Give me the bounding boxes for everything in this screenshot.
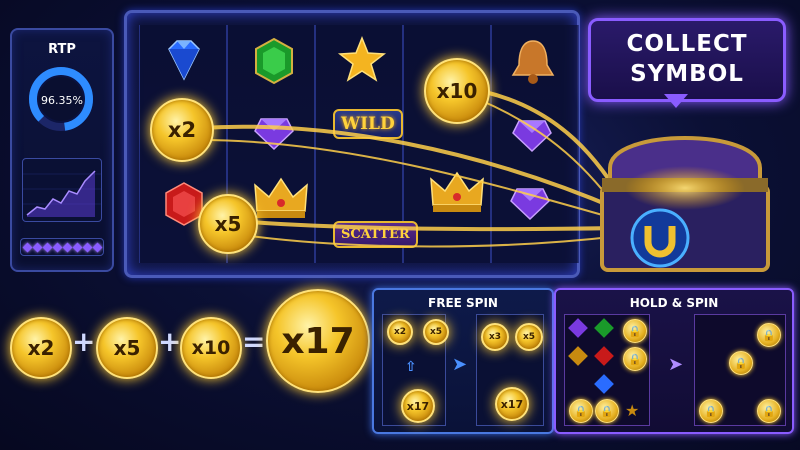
lock-coin-icon: 🔒 [699, 399, 723, 423]
free-spin-grid-after: x3 x5 x17 [476, 314, 544, 426]
lock-coin-icon: 🔒 [757, 399, 781, 423]
multiplier-formula: x2 + x5 + x10 = x17 [10, 289, 370, 393]
formula-result-coin: x17 [266, 289, 370, 393]
hold-spin-grid-after: 🔒 🔒 🔒 🔒 [694, 314, 786, 426]
hold-spin-title: HOLD & SPIN [629, 296, 719, 310]
formula-coin-c: x10 [180, 317, 242, 379]
collect-title-line2: SYMBOL [630, 61, 744, 87]
blue-diamond-icon [594, 374, 614, 394]
multiplier-coin: x10 [424, 58, 490, 124]
mini-coin: x17 [401, 389, 435, 423]
multiplier-coin: x5 [198, 194, 258, 254]
hold-spin-grid-before: 🔒 🔒 🔒 🔒 ★ [564, 314, 650, 426]
mini-coin: x17 [495, 387, 529, 421]
mini-coin: x5 [515, 323, 543, 351]
plus-sign: + [158, 325, 182, 358]
free-spin-panel: FREE SPIN x2 x5 ⇧ x17 ➤ x3 x5 x17 [372, 288, 554, 434]
formula-coin-a: x2 [10, 317, 72, 379]
equals-sign: = [242, 325, 266, 358]
gold-star-icon: ★ [625, 401, 640, 420]
up-arrow-icon: ⇧ [405, 359, 417, 375]
free-spin-title: FREE SPIN [428, 296, 498, 310]
green-emerald-icon [594, 318, 614, 338]
lock-coin-icon: 🔒 [623, 319, 647, 343]
formula-coin-b: x5 [96, 317, 158, 379]
free-spin-grid-before: x2 x5 ⇧ x17 [382, 314, 449, 426]
multiplier-coin: x2 [150, 98, 214, 162]
collect-title-line1: COLLECT [626, 31, 748, 57]
treasure-chest-icon [600, 136, 770, 272]
mini-coin: x3 [481, 323, 509, 351]
collect-symbol-banner: COLLECT SYMBOL [588, 18, 786, 102]
lock-coin-icon: 🔒 [595, 399, 619, 423]
arrow-right-icon: ➤ [668, 354, 684, 375]
purple-gem-icon [568, 318, 588, 338]
lock-coin-icon: 🔒 [729, 351, 753, 375]
hold-and-spin-panel: HOLD & SPIN 🔒 🔒 🔒 🔒 ★ ➤ 🔒 🔒 🔒 🔒 [554, 288, 794, 434]
arrow-right-icon: ➤ [452, 354, 468, 375]
gold-gem-icon [568, 346, 588, 366]
lock-coin-icon: 🔒 [569, 399, 593, 423]
red-gem-icon [594, 346, 614, 366]
mini-coin: x5 [423, 319, 449, 345]
plus-sign: + [72, 325, 96, 358]
lock-coin-icon: 🔒 [757, 323, 781, 347]
banner-pointer [664, 94, 688, 108]
lock-coin-icon: 🔒 [623, 347, 647, 371]
mini-coin: x2 [387, 319, 413, 345]
